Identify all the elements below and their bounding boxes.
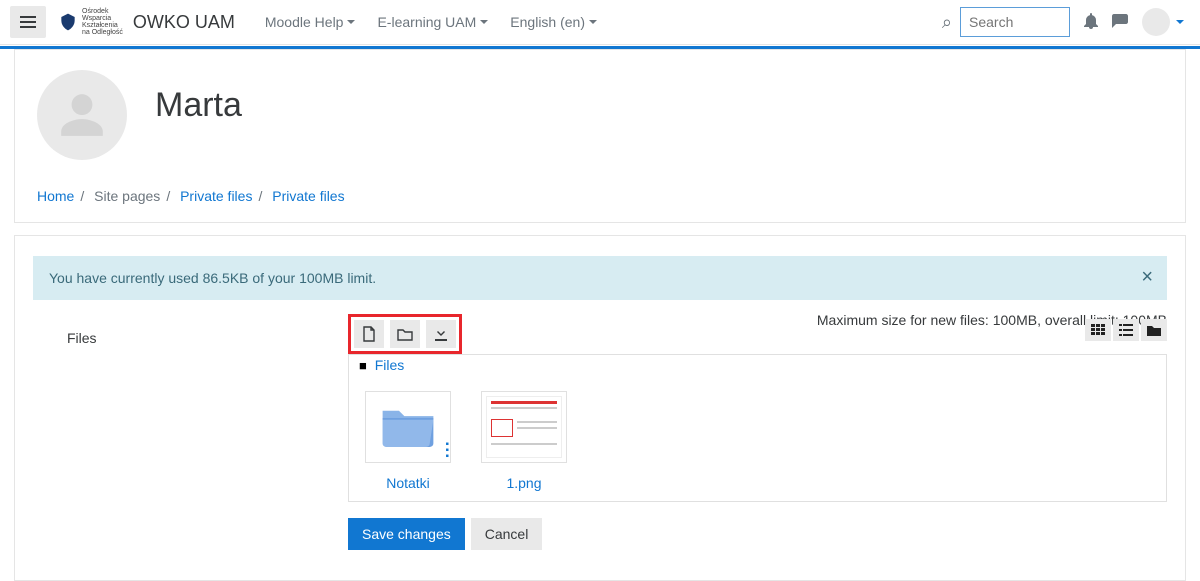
- add-file-button[interactable]: [354, 320, 384, 348]
- logo-caption: OśrodekWsparciaKształceniana Odległość: [82, 8, 123, 36]
- messages-icon[interactable]: [1112, 14, 1128, 31]
- site-logo[interactable]: OśrodekWsparciaKształceniana Odległość: [58, 8, 123, 36]
- item-menu-icon[interactable]: ▪▪▪: [445, 442, 448, 460]
- chevron-down-icon: [1176, 20, 1184, 24]
- nav-language[interactable]: English (en): [500, 8, 607, 36]
- chevron-down-icon: [480, 20, 488, 24]
- crumb-home[interactable]: Home: [37, 188, 74, 204]
- notifications-icon[interactable]: [1084, 13, 1098, 32]
- folder-icon: [397, 327, 413, 341]
- brand-name[interactable]: OWKO UAM: [133, 12, 235, 33]
- folder-large-icon: [379, 403, 437, 451]
- profile-avatar: [37, 70, 127, 160]
- navbar: OśrodekWsparciaKształceniana Odległość O…: [0, 0, 1200, 45]
- person-icon: [57, 90, 107, 140]
- nav-moodle-help[interactable]: Moodle Help: [255, 8, 366, 36]
- crumb-site-pages: Site pages: [94, 188, 160, 204]
- user-menu[interactable]: [1142, 8, 1184, 36]
- usage-alert-text: You have currently used 86.5KB of your 1…: [49, 270, 376, 286]
- uam-logo-icon: [58, 11, 78, 33]
- hamburger-button[interactable]: [10, 6, 46, 38]
- create-folder-button[interactable]: [390, 320, 420, 348]
- file-breadcrumb-root[interactable]: Files: [375, 357, 405, 373]
- view-mode-toggle: [1085, 314, 1167, 341]
- save-button[interactable]: Save changes: [348, 518, 465, 550]
- menu-icon: [20, 16, 36, 28]
- search-icon[interactable]: [942, 12, 952, 33]
- folder-solid-icon: ■: [359, 358, 367, 373]
- chevron-down-icon: [589, 20, 597, 24]
- view-icons-button[interactable]: [1085, 319, 1111, 341]
- file-icon: [362, 326, 376, 342]
- nav-right: [942, 7, 1184, 37]
- cancel-button[interactable]: Cancel: [471, 518, 543, 550]
- nav-links: Moodle Help E-learning UAM English (en): [255, 8, 607, 36]
- chevron-down-icon: [347, 20, 355, 24]
- image-thumbnail: [481, 391, 567, 463]
- list-icon: [1119, 324, 1133, 336]
- folder-thumbnail: ▪▪▪: [365, 391, 451, 463]
- file-area: ■ Files ▪▪▪ Notatki: [348, 354, 1167, 502]
- toolbar-highlight: [348, 314, 462, 354]
- grid-icon: [1091, 324, 1105, 336]
- file-item-label: Notatki: [365, 475, 451, 491]
- page-title: Marta: [155, 86, 242, 125]
- private-files-card: You have currently used 86.5KB of your 1…: [14, 235, 1186, 581]
- files-field-label: Files: [33, 314, 348, 550]
- avatar-icon: [1142, 8, 1170, 36]
- crumb-private-files-current[interactable]: Private files: [272, 188, 344, 204]
- download-icon: [434, 327, 448, 341]
- usage-alert: You have currently used 86.5KB of your 1…: [33, 256, 1167, 300]
- file-item-label: 1.png: [481, 475, 567, 491]
- file-manager: ■ Files ▪▪▪ Notatki: [348, 314, 1167, 550]
- view-tree-button[interactable]: [1141, 319, 1167, 341]
- download-all-button[interactable]: [426, 320, 456, 348]
- search-input[interactable]: [960, 7, 1070, 37]
- view-details-button[interactable]: [1113, 319, 1139, 341]
- breadcrumb: Home/ Site pages/ Private files/ Private…: [37, 188, 1163, 204]
- file-item-image[interactable]: 1.png: [481, 391, 567, 491]
- folder-solid-icon: [1147, 324, 1161, 336]
- nav-elearning[interactable]: E-learning UAM: [367, 8, 498, 36]
- file-breadcrumb: ■ Files: [349, 355, 1166, 375]
- alert-close-button[interactable]: ×: [1141, 266, 1153, 289]
- file-item-folder[interactable]: ▪▪▪ Notatki: [365, 391, 451, 491]
- form-actions: Save changes Cancel: [348, 518, 1167, 550]
- page-header-card: Marta Home/ Site pages/ Private files/ P…: [14, 49, 1186, 223]
- crumb-private-files[interactable]: Private files: [180, 188, 252, 204]
